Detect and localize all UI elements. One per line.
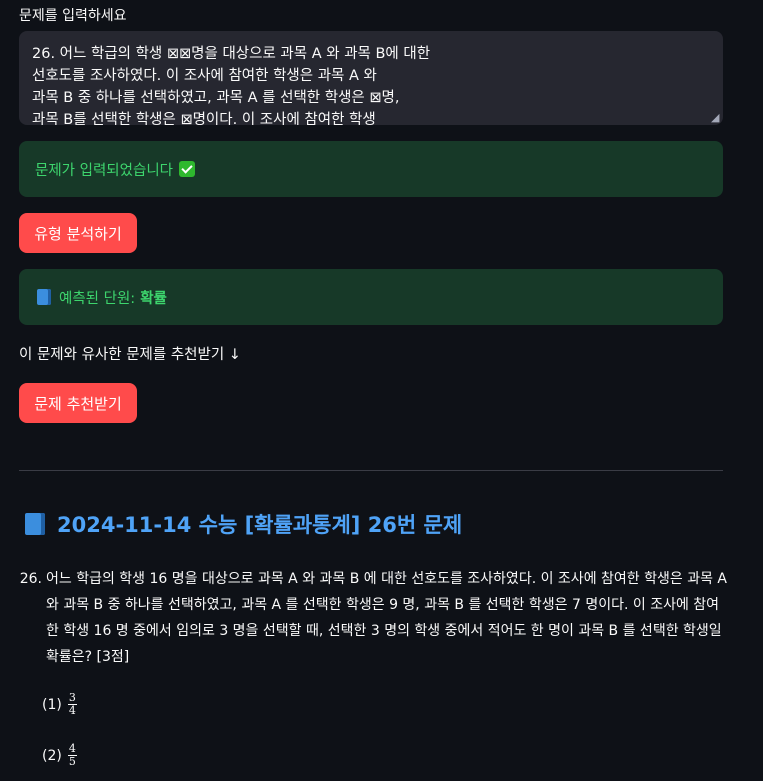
predicted-unit-label: 예측된 단원:: [59, 290, 136, 307]
choice-label: (1): [42, 696, 62, 713]
book-icon: [37, 289, 51, 305]
analyze-type-button[interactable]: 유형 분석하기: [19, 213, 137, 253]
problem-input-label: 문제를 입력하세요: [19, 8, 127, 24]
problem-number: 26.: [19, 571, 42, 587]
problem-heading-text: 2024-11-14 수능 [확률과통계] 26번 문제: [57, 513, 463, 537]
choice-fraction: 4 5: [67, 743, 77, 768]
book-icon: [25, 513, 45, 535]
success-message: 문제가 입력되었습니다: [35, 162, 174, 179]
success-alert: 문제가 입력되었습니다: [19, 141, 723, 197]
check-icon: [179, 161, 196, 177]
problem-textarea[interactable]: 26. 어느 학급의 학생 ⊠⊠명을 대상으로 과목 A 와 과목 B에 대한 …: [19, 31, 723, 125]
predicted-unit-alert: 예측된 단원: 확률: [19, 269, 723, 325]
problem-statement: 26. 어느 학급의 학생 16 명을 대상으로 과목 A 와 과목 B 에 대…: [13, 566, 728, 670]
recommend-problem-button[interactable]: 문제 추천받기: [19, 383, 137, 423]
fraction-denominator: 4: [68, 704, 76, 717]
app-page: 문제를 입력하세요 26. 어느 학급의 학생 ⊠⊠명을 대상으로 과목 A 와…: [0, 0, 763, 781]
predicted-unit-value: 확률: [140, 290, 167, 307]
problem-textarea-text[interactable]: 26. 어느 학급의 학생 ⊠⊠명을 대상으로 과목 A 와 과목 B에 대한 …: [32, 43, 710, 125]
problem-text: 어느 학급의 학생 16 명을 대상으로 과목 A 와 과목 B 에 대한 선호…: [46, 571, 727, 665]
fraction-denominator: 5: [68, 755, 76, 768]
choice-2: (2) 4 5: [42, 743, 77, 768]
problem-heading: 2024-11-14 수능 [확률과통계] 26번 문제: [25, 509, 462, 539]
choice-fraction: 3 4: [67, 692, 77, 717]
divider: [19, 470, 723, 471]
recommend-prompt: 이 문제와 유사한 문제를 추천받기 ↓: [19, 347, 241, 363]
resize-handle-icon[interactable]: ◢: [711, 112, 721, 123]
choice-label: (2): [42, 747, 62, 764]
choice-1: (1) 3 4: [42, 692, 77, 717]
